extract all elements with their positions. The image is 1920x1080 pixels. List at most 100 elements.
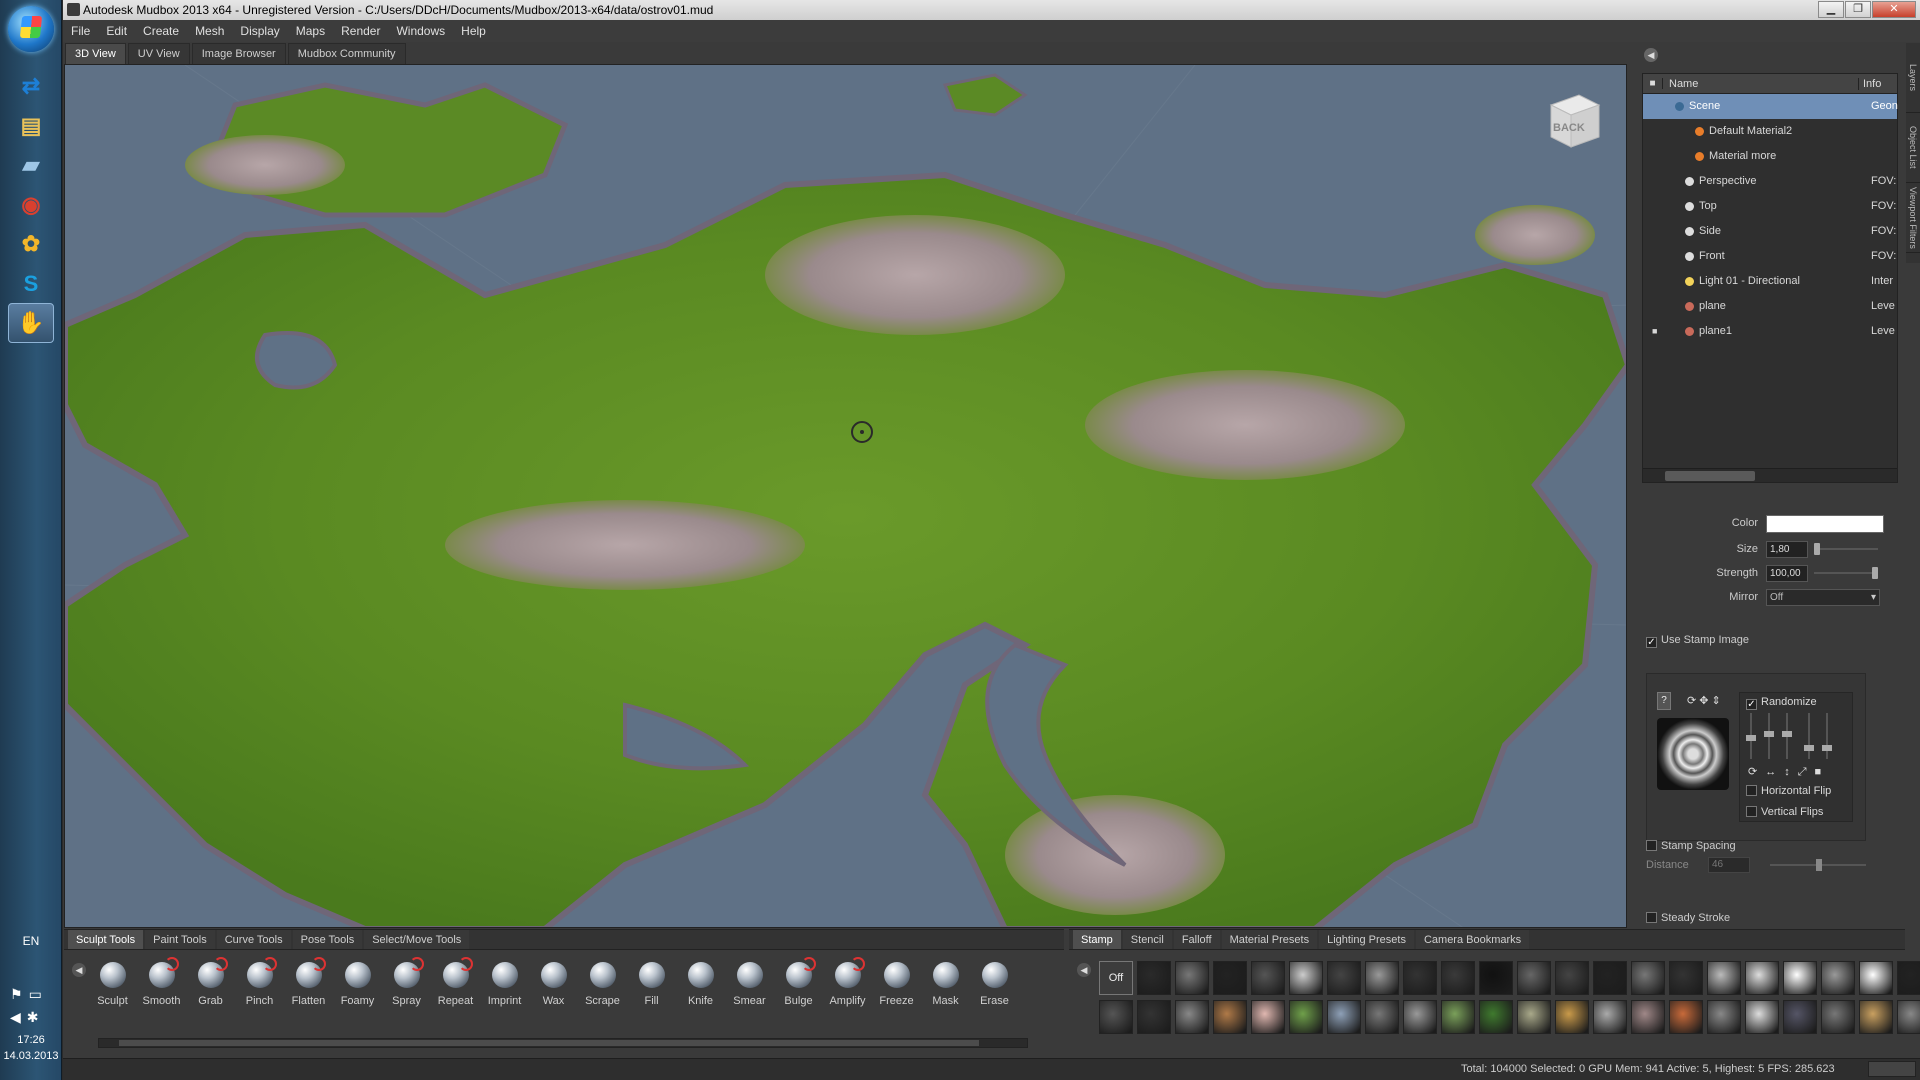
tool-grab[interactable]: Grab bbox=[186, 957, 235, 1016]
start-button[interactable] bbox=[8, 6, 54, 52]
volume-icon[interactable]: ◀ bbox=[10, 1009, 21, 1026]
maximize-button[interactable]: ❐ bbox=[1845, 1, 1871, 18]
menu-display[interactable]: Display bbox=[240, 24, 279, 38]
stamp-thumbnail[interactable] bbox=[1251, 1000, 1285, 1034]
stamp-thumbnail[interactable] bbox=[1365, 1000, 1399, 1034]
stamp-thumbnail[interactable] bbox=[1479, 961, 1513, 995]
stamp-thumbnail[interactable] bbox=[1783, 1000, 1817, 1034]
network-icon[interactable]: ▭ bbox=[29, 986, 42, 1003]
random-slider-2[interactable] bbox=[1764, 713, 1774, 759]
use-stamp-image-checkbox[interactable]: ✓ Use Stamp Image bbox=[1646, 634, 1749, 648]
menu-help[interactable]: Help bbox=[461, 24, 486, 38]
stamp-thumbnail[interactable] bbox=[1517, 961, 1551, 995]
randomize-checkbox[interactable]: ✓ Randomize bbox=[1746, 696, 1817, 710]
tab-sculpt-tools[interactable]: Sculpt Tools bbox=[68, 930, 144, 949]
mudbox-icon[interactable]: ✋ bbox=[8, 303, 54, 343]
random-slider-1[interactable] bbox=[1746, 713, 1756, 759]
tool-fill[interactable]: Fill bbox=[627, 962, 676, 1016]
stamp-thumbnail[interactable] bbox=[1821, 1000, 1855, 1034]
object-list-row[interactable]: Default Material2 bbox=[1643, 119, 1897, 144]
tool-flatten[interactable]: Flatten bbox=[284, 957, 333, 1016]
object-list-row[interactable]: ■ plane1 Leve bbox=[1643, 319, 1897, 344]
stamp-thumbnail[interactable] bbox=[1441, 1000, 1475, 1034]
sidetab-viewport-filters[interactable]: Viewport Filters bbox=[1906, 183, 1920, 253]
stamp-thumbnail[interactable] bbox=[1555, 961, 1589, 995]
stamp-thumbnail[interactable] bbox=[1555, 1000, 1589, 1034]
tab-falloff[interactable]: Falloff bbox=[1173, 930, 1220, 949]
tab-pose-tools[interactable]: Pose Tools bbox=[292, 930, 363, 949]
help-icon[interactable]: ? bbox=[1657, 692, 1671, 710]
object-list-row[interactable]: Material more bbox=[1643, 144, 1897, 169]
tool-spray[interactable]: Spray bbox=[382, 957, 431, 1016]
scrollbar-thumb[interactable] bbox=[119, 1040, 979, 1046]
stamp-thumbnail[interactable] bbox=[1859, 961, 1893, 995]
random-slider-4[interactable] bbox=[1804, 713, 1814, 759]
color-swatch[interactable] bbox=[1766, 515, 1884, 533]
teamviewer-icon[interactable]: ⇄ bbox=[8, 66, 54, 106]
checkbox[interactable] bbox=[1646, 912, 1657, 923]
random-axis-icons[interactable]: ⟳↔↕⤢■ bbox=[1748, 765, 1829, 779]
stamp-thumbnail[interactable] bbox=[1783, 961, 1817, 995]
stamp-thumbnail[interactable] bbox=[1593, 961, 1627, 995]
stamp-thumbnail[interactable] bbox=[1099, 1000, 1133, 1034]
slider-knob[interactable] bbox=[1764, 731, 1774, 737]
stamp-thumbnail[interactable] bbox=[1745, 961, 1779, 995]
menu-maps[interactable]: Maps bbox=[296, 24, 325, 38]
mirror-select[interactable]: Off bbox=[1766, 589, 1880, 606]
tool-smear[interactable]: Smear bbox=[725, 962, 774, 1016]
object-list-row[interactable]: plane Leve bbox=[1643, 294, 1897, 319]
stamp-thumbnail[interactable] bbox=[1403, 961, 1437, 995]
object-list-row[interactable]: Front FOV: bbox=[1643, 244, 1897, 269]
tray-app-icon[interactable]: ✱ bbox=[27, 1009, 39, 1026]
random-slider-5[interactable] bbox=[1822, 713, 1832, 759]
stamp-prev-icon[interactable]: ◀ bbox=[1077, 963, 1091, 977]
minimize-button[interactable]: ▁ bbox=[1818, 1, 1844, 18]
stamp-thumbnail[interactable] bbox=[1669, 1000, 1703, 1034]
stamp-thumbnail[interactable] bbox=[1327, 961, 1361, 995]
tool-scrape[interactable]: Scrape bbox=[578, 962, 627, 1016]
slider-knob[interactable] bbox=[1816, 859, 1822, 871]
stamp-thumbnail[interactable] bbox=[1441, 961, 1475, 995]
checkbox[interactable] bbox=[1646, 840, 1657, 851]
stamp-thumbnail[interactable] bbox=[1137, 1000, 1171, 1034]
stamp-thumbnail[interactable] bbox=[1631, 961, 1665, 995]
object-list-scrollbar[interactable] bbox=[1643, 468, 1897, 482]
name-column-header[interactable]: Name bbox=[1663, 77, 1859, 90]
tool-amplify[interactable]: Amplify bbox=[823, 957, 872, 1016]
stamp-thumbnail[interactable] bbox=[1821, 961, 1855, 995]
tab-uv-view[interactable]: UV View bbox=[127, 43, 190, 64]
stamp-thumbnail[interactable] bbox=[1365, 961, 1399, 995]
tab-mudbox-community[interactable]: Mudbox Community bbox=[287, 43, 406, 64]
stamp-thumbnail[interactable] bbox=[1289, 1000, 1323, 1034]
tool-imprint[interactable]: Imprint bbox=[480, 962, 529, 1016]
stamp-spacing-checkbox[interactable]: Stamp Spacing bbox=[1646, 840, 1736, 852]
size-field[interactable]: 1,80 bbox=[1766, 541, 1808, 558]
tool-freeze[interactable]: Freeze bbox=[872, 962, 921, 1016]
steady-stroke-checkbox[interactable]: Steady Stroke bbox=[1646, 912, 1730, 924]
stamp-thumbnail[interactable] bbox=[1175, 961, 1209, 995]
strength-field[interactable]: 100,00 bbox=[1766, 565, 1808, 582]
stamp-thumbnail[interactable] bbox=[1631, 1000, 1665, 1034]
tab-image-browser[interactable]: Image Browser bbox=[191, 43, 286, 64]
distance-field[interactable]: 46 bbox=[1708, 857, 1750, 873]
language-indicator[interactable]: EN bbox=[0, 934, 62, 948]
checkbox-checked[interactable]: ✓ bbox=[1746, 699, 1757, 710]
stamp-thumbnail[interactable] bbox=[1479, 1000, 1513, 1034]
tab-paint-tools[interactable]: Paint Tools bbox=[145, 930, 215, 949]
object-list-row[interactable]: Top FOV: bbox=[1643, 194, 1897, 219]
menu-windows[interactable]: Windows bbox=[396, 24, 445, 38]
3d-viewport[interactable]: BACK bbox=[64, 64, 1627, 928]
slider-knob[interactable] bbox=[1814, 543, 1820, 555]
info-column-header[interactable]: Info bbox=[1859, 78, 1881, 90]
tab-3d-view[interactable]: 3D View bbox=[65, 43, 126, 64]
menu-mesh[interactable]: Mesh bbox=[195, 24, 224, 38]
tool-sculpt[interactable]: Sculpt bbox=[88, 962, 137, 1016]
random-slider-3[interactable] bbox=[1782, 713, 1792, 759]
horizontal-flip-checkbox[interactable]: Horizontal Flip bbox=[1746, 785, 1831, 797]
tab-camera-bookmarks[interactable]: Camera Bookmarks bbox=[1415, 930, 1530, 949]
tab-stamp[interactable]: Stamp bbox=[1073, 930, 1121, 949]
tool-mask[interactable]: Mask bbox=[921, 962, 970, 1016]
stamp-thumbnail[interactable] bbox=[1897, 961, 1920, 995]
tab-material-presets[interactable]: Material Presets bbox=[1221, 930, 1318, 949]
vertical-flips-checkbox[interactable]: Vertical Flips bbox=[1746, 806, 1823, 818]
